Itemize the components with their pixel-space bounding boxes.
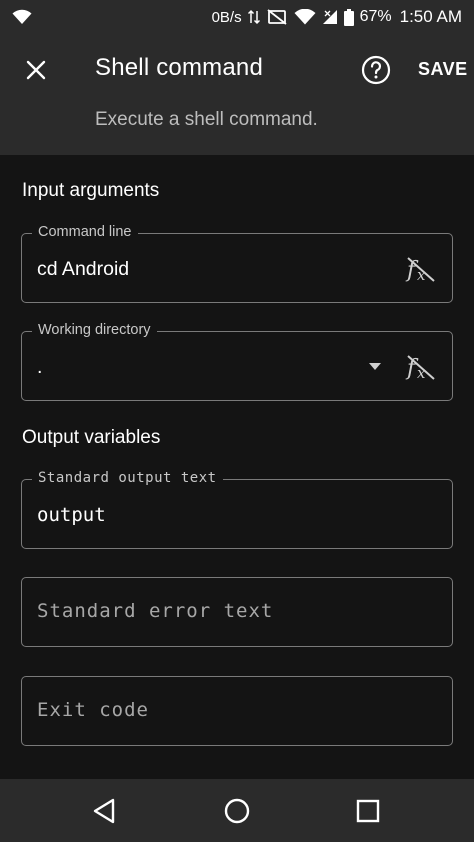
dropdown-arrow-icon[interactable] bbox=[368, 362, 382, 372]
page-subtitle: Execute a shell command. bbox=[95, 109, 318, 130]
cell-signal-icon bbox=[322, 9, 338, 25]
working-directory-fx-button[interactable]: f x bbox=[404, 350, 438, 384]
navigation-bar bbox=[0, 779, 474, 842]
recents-icon bbox=[356, 799, 380, 823]
function-icon: f x bbox=[405, 355, 435, 382]
exit-code-field[interactable]: Exit code bbox=[21, 676, 453, 746]
stdout-label: Standard output text bbox=[32, 470, 223, 486]
help-icon bbox=[361, 55, 391, 85]
working-directory-label: Working directory bbox=[32, 322, 157, 338]
exit-code-placeholder[interactable]: Exit code bbox=[37, 699, 149, 721]
clock: 1:50 AM bbox=[399, 7, 462, 26]
home-button[interactable] bbox=[221, 795, 253, 827]
help-button[interactable] bbox=[360, 54, 392, 86]
stdout-field[interactable]: Standard output text output bbox=[21, 470, 453, 549]
command-line-field[interactable]: Command line cd Android f x bbox=[21, 224, 453, 303]
back-button[interactable] bbox=[89, 795, 121, 827]
save-button[interactable]: SAVE bbox=[418, 59, 468, 80]
wifi-icon bbox=[12, 9, 32, 25]
battery-percent: 67% bbox=[359, 8, 392, 25]
home-icon bbox=[224, 798, 250, 824]
wifi-signal-icon bbox=[294, 9, 316, 25]
data-arrows-icon bbox=[247, 9, 260, 25]
working-directory-field[interactable]: Working directory . f x bbox=[21, 322, 453, 401]
input-arguments-heading: Input arguments bbox=[22, 180, 160, 201]
output-variables-heading: Output variables bbox=[22, 427, 161, 448]
stderr-placeholder[interactable]: Standard error text bbox=[37, 600, 273, 622]
back-icon bbox=[93, 798, 115, 824]
command-line-label: Command line bbox=[32, 224, 138, 240]
net-speed: 0B/s bbox=[211, 8, 242, 26]
close-button[interactable] bbox=[20, 54, 52, 86]
recents-button[interactable] bbox=[352, 795, 384, 827]
status-bar: 0B/s 67% 1:50 AM bbox=[0, 0, 474, 34]
battery-icon bbox=[343, 8, 354, 26]
page-title: Shell command bbox=[95, 54, 264, 81]
no-sim-icon bbox=[266, 9, 288, 25]
function-icon: f x bbox=[405, 257, 435, 284]
working-directory-value[interactable]: . bbox=[37, 356, 42, 379]
close-icon bbox=[26, 60, 46, 80]
command-line-fx-button[interactable]: f x bbox=[404, 252, 438, 286]
stdout-value[interactable]: output bbox=[37, 504, 106, 526]
command-line-value[interactable]: cd Android bbox=[37, 258, 129, 281]
app-bar: Shell command SAVE Execute a shell comma… bbox=[0, 34, 474, 155]
stderr-field[interactable]: Standard error text bbox=[21, 577, 453, 647]
